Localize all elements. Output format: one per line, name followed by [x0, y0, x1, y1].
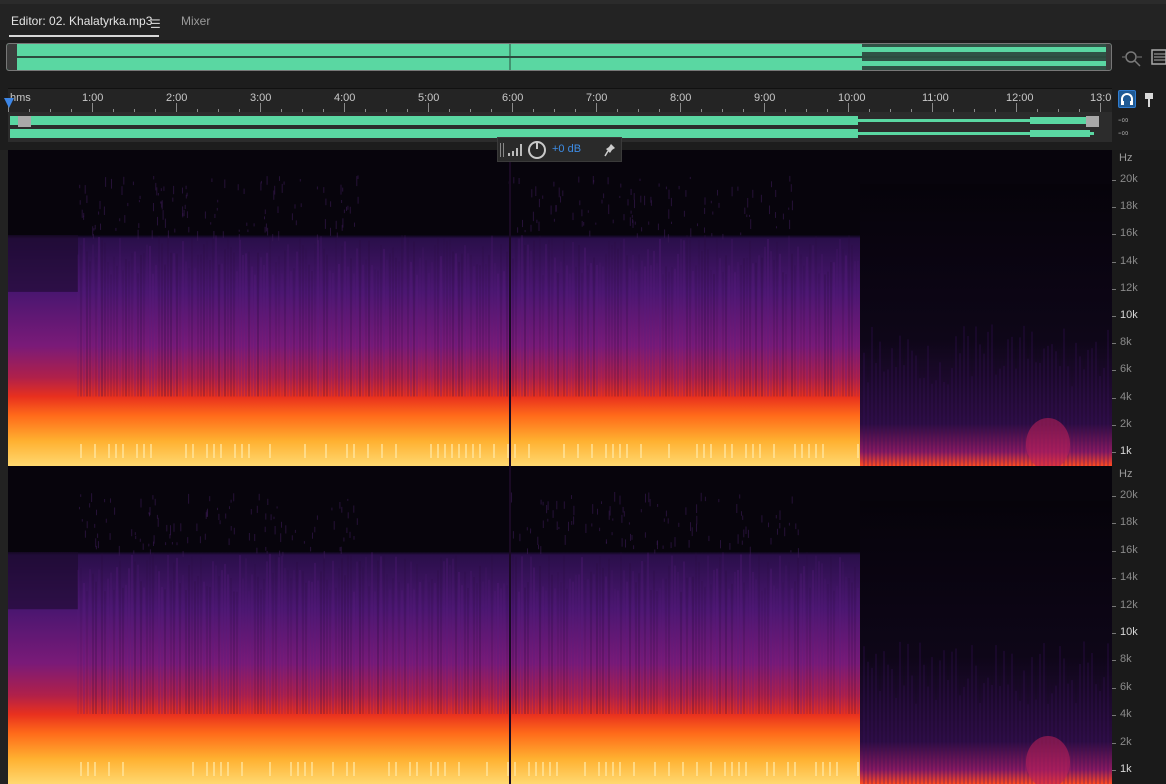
- frequency-label: 12k: [1120, 598, 1138, 611]
- frequency-tick: [1112, 343, 1116, 345]
- frequency-tick: [1112, 550, 1116, 552]
- frequency-tick: [1112, 523, 1116, 525]
- frequency-label: 2k: [1120, 735, 1132, 748]
- tab-editor[interactable]: Editor: 02. Khalatyrka.mp3: [11, 14, 152, 28]
- grip-icon[interactable]: [500, 143, 504, 157]
- spectrogram-graphic: [8, 150, 1112, 466]
- frequency-label: 16k: [1120, 543, 1138, 556]
- frequency-label: 10k: [1120, 309, 1138, 321]
- signal-bars-icon: [508, 144, 522, 156]
- frequency-label: 6k: [1120, 363, 1132, 376]
- volume-hud[interactable]: +0 dB: [497, 137, 622, 162]
- frequency-tick: [1112, 452, 1116, 453]
- time-ruler[interactable]: hms 1:00 2:00 3:00 4:00 5:00 6:00 7:00 8:00 9:00 1…: [8, 88, 1112, 113]
- spectrogram-channel-1[interactable]: [8, 150, 1112, 466]
- frequency-label: 20k: [1120, 173, 1138, 185]
- frequency-tick: [1112, 715, 1116, 717]
- frequency-tick: [1112, 496, 1116, 497]
- editor-tab-bar: Editor: 02. Khalatyrka.mp3 ☰ Mixer: [0, 0, 1166, 40]
- left-gutter: [0, 150, 8, 784]
- pin-icon[interactable]: [604, 143, 616, 157]
- panel-menu-icon[interactable]: [1150, 48, 1166, 66]
- frequency-tick: [1112, 660, 1116, 662]
- ruler-tick-label: 11:00: [922, 92, 949, 104]
- frequency-tick: [1112, 605, 1116, 607]
- frequency-label: 16k: [1120, 227, 1138, 240]
- frequency-label: 18k: [1120, 200, 1138, 213]
- frequency-tick: [1112, 742, 1116, 744]
- ruler-tick-label: 12:00: [1006, 92, 1034, 104]
- ruler-tick-label: 10:00: [838, 92, 866, 104]
- frequency-axis-1: Hz 20k 18k 16k 14k 12k 10k 8k 6k 4k 2k 1k: [1112, 150, 1166, 466]
- frequency-tick: [1112, 316, 1116, 317]
- frequency-label: 14k: [1120, 254, 1138, 267]
- frequency-label: 8k: [1120, 336, 1132, 349]
- tab-menu-icon[interactable]: ☰: [150, 17, 161, 31]
- frequency-tick: [1112, 234, 1116, 236]
- frequency-label: 12k: [1120, 281, 1138, 294]
- spectrogram-channel-2[interactable]: [8, 466, 1112, 784]
- frequency-label: 2k: [1120, 417, 1132, 430]
- volume-value[interactable]: +0 dB: [552, 143, 581, 155]
- frequency-tick: [1112, 397, 1116, 399]
- frequency-label: 6k: [1120, 680, 1132, 693]
- overview-right-handle[interactable]: [1106, 44, 1111, 70]
- frequency-tick: [1112, 180, 1116, 181]
- frequency-tick: [1112, 288, 1116, 290]
- marker-pin-icon[interactable]: [1143, 92, 1155, 108]
- zoom-icon[interactable]: [1121, 47, 1143, 69]
- frequency-axis-2: Hz 20k 18k 16k 14k 12k 10k 8k 6k 4k 2k 1k: [1112, 466, 1166, 784]
- fade-out-handle[interactable]: [1086, 116, 1099, 127]
- tab-mixer[interactable]: Mixer: [181, 14, 210, 28]
- channel-2-level: -∞: [1118, 128, 1129, 139]
- frequency-tick: [1112, 261, 1116, 263]
- frequency-label: 10k: [1120, 626, 1138, 638]
- frequency-label: 4k: [1120, 390, 1132, 403]
- overview-left-handle[interactable]: [7, 44, 17, 70]
- frequency-unit-label: Hz: [1119, 468, 1133, 480]
- frequency-tick: [1112, 633, 1116, 634]
- frequency-tick: [1112, 424, 1116, 426]
- frequency-tick: [1112, 370, 1116, 372]
- frequency-label: 4k: [1120, 708, 1132, 721]
- frequency-unit-label: Hz: [1119, 152, 1133, 164]
- frequency-label: 14k: [1120, 571, 1138, 584]
- frequency-tick: [1112, 687, 1116, 689]
- overview-waveform-graphic: [7, 44, 1111, 70]
- frequency-label: 1k: [1120, 763, 1132, 775]
- active-tab-indicator: [9, 35, 159, 37]
- frequency-tick: [1112, 770, 1116, 771]
- spectrogram-graphic: [8, 466, 1112, 784]
- frequency-tick: [1112, 578, 1116, 580]
- frequency-tick: [1112, 207, 1116, 209]
- frequency-label: 20k: [1120, 489, 1138, 501]
- channel-1-level: -∞: [1118, 115, 1129, 126]
- playhead-marker[interactable]: [4, 98, 14, 108]
- overview-waveform[interactable]: [6, 43, 1112, 71]
- frequency-label: 8k: [1120, 653, 1132, 666]
- frequency-label: 1k: [1120, 445, 1132, 457]
- volume-knob-indicator: [536, 141, 538, 149]
- frequency-label: 18k: [1120, 516, 1138, 529]
- fade-in-handle[interactable]: [18, 116, 31, 127]
- headphones-icon: [1121, 93, 1133, 105]
- headphones-button[interactable]: [1118, 90, 1136, 108]
